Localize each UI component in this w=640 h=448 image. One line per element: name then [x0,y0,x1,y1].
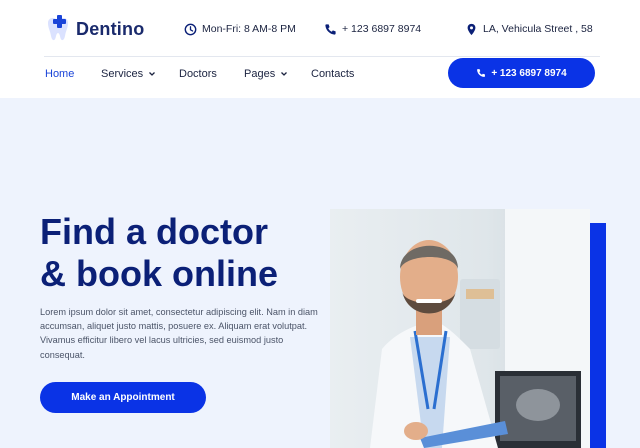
doctor-photo [330,209,590,448]
call-button-label: + 123 6897 8974 [491,67,567,79]
phone-contact[interactable]: + 123 6897 8974 [324,20,421,38]
address: LA, Vehicula Street , 58 [465,20,593,38]
phone-icon [325,23,336,35]
site-header: Dentino Mon-Fri: 8 AM-8 PM + 123 6897 89… [0,0,640,98]
decorative-accent-strip [590,223,606,448]
clock-icon [184,23,197,35]
make-appointment-button[interactable]: Make an Appointment [40,382,206,413]
chevron-down-icon [149,72,156,76]
brand-name: Dentino [76,18,145,39]
nav-doctors[interactable]: Doctors [179,66,217,82]
nav-pages[interactable]: Pages [244,66,288,82]
nav-home[interactable]: Home [45,66,74,82]
nav-doctors-label: Doctors [179,68,217,80]
header-divider [44,56,600,57]
nav-services[interactable]: Services [101,66,156,82]
nav-contacts-label: Contacts [311,68,355,80]
phone-text: + 123 6897 8974 [342,23,422,35]
hero-title-line-1: Find a doctor [40,211,268,252]
appointment-button-label: Make an Appointment [71,392,175,403]
doctor-illustration [330,209,590,448]
hours-text: Mon-Fri: 8 AM-8 PM [202,23,296,35]
tooth-logo-icon [48,15,68,41]
location-pin-icon [467,23,476,35]
nav-pages-label: Pages [244,68,276,80]
opening-hours: Mon-Fri: 8 AM-8 PM [184,20,296,38]
hero-title: Find a doctor & book online [40,211,340,295]
nav-contacts[interactable]: Contacts [311,66,354,82]
hero-description: Lorem ipsum dolor sit amet, consectetur … [40,307,318,360]
hero-title-line-2: & book online [40,253,278,294]
logo[interactable]: Dentino [44,14,144,44]
chevron-down-icon [281,72,288,76]
nav-home-label: Home [45,68,75,80]
call-button[interactable]: + 123 6897 8974 [448,58,595,88]
phone-icon [477,69,486,77]
address-text: LA, Vehicula Street , 58 [483,23,593,35]
nav-services-label: Services [101,68,144,80]
